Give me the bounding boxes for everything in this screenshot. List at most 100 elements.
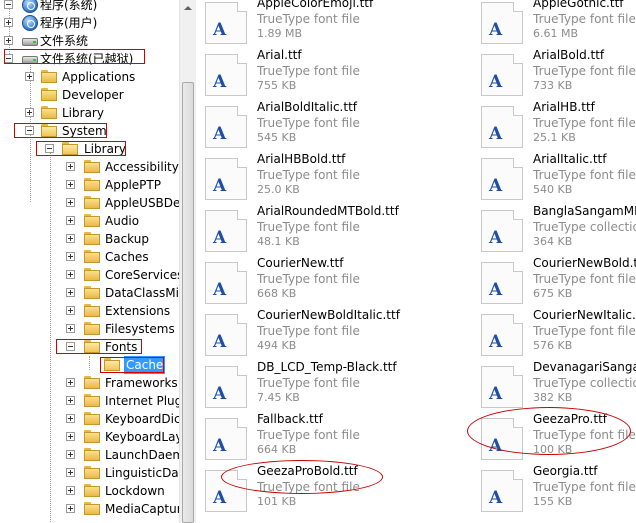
scrollbar-thumb[interactable] — [182, 82, 194, 523]
tree-item[interactable]: Audio — [0, 212, 180, 230]
file-type: TrueType font file — [257, 220, 360, 234]
expand-plus-icon[interactable] — [66, 504, 75, 513]
file-name: Fallback.ttf — [257, 412, 323, 426]
annotation-highlight-box — [56, 339, 142, 354]
tree-item-label: Internet Plug- — [105, 394, 187, 408]
expand-plus-icon[interactable] — [66, 414, 75, 423]
file-icon-glyph: A — [213, 436, 227, 456]
expand-plus-icon[interactable] — [66, 396, 75, 405]
file-item[interactable]: A ArialHB.ttf TrueType font file 25.1 KB — [473, 100, 636, 153]
expand-plus-icon[interactable] — [66, 324, 75, 333]
expand-plus-icon[interactable] — [66, 288, 75, 297]
font-file-icon: A — [205, 106, 247, 148]
tree-item-label: LinguisticData — [105, 466, 191, 480]
file-icon-glyph: A — [213, 384, 227, 404]
file-item[interactable]: A Arial.ttf TrueType font file 755 KB — [197, 48, 467, 101]
tree-item[interactable]: Filesystems — [0, 320, 180, 338]
tree-item[interactable]: 程序(系统) — [0, 0, 180, 14]
expand-plus-icon[interactable] — [66, 234, 75, 243]
tree-item-label: KeyboardDicti — [105, 412, 189, 426]
tree-item[interactable]: Backup — [0, 230, 180, 248]
tree-item[interactable]: Lockdown — [0, 482, 180, 500]
expand-plus-icon[interactable] — [25, 108, 34, 117]
tree-item[interactable]: CoreServices — [0, 266, 183, 284]
folder-icon — [84, 178, 100, 191]
tree-item[interactable]: LinguisticData — [0, 464, 191, 482]
file-item[interactable]: A BanglaSangamMN.t TrueType collection364 … — [473, 204, 636, 257]
expand-plus-icon[interactable] — [66, 378, 75, 387]
file-item[interactable]: A ArialBoldItalic.ttf TrueType font file 54… — [197, 100, 467, 153]
file-icon-glyph: A — [489, 280, 503, 300]
tree-item[interactable]: AppleUSBDevi — [0, 194, 191, 212]
file-type: TrueType font file — [257, 64, 360, 78]
folder-icon — [84, 214, 100, 227]
tree-item[interactable]: LaunchDaemo — [0, 446, 191, 464]
file-item[interactable]: A ArialHBBold.ttf TrueType font file 25.0 K… — [197, 152, 467, 205]
file-size: 101 KB — [257, 495, 297, 508]
file-item[interactable]: A DevanagariSangam TrueType collection382 … — [473, 360, 636, 413]
file-size: 25.1 KB — [533, 131, 576, 144]
expand-plus-icon[interactable] — [66, 306, 75, 315]
folder-icon — [84, 322, 100, 335]
expand-plus-icon[interactable] — [4, 36, 13, 45]
file-size: 545 KB — [257, 131, 297, 144]
scroll-up-arrow-icon[interactable] — [180, 0, 196, 16]
tree-item[interactable]: Extensions — [0, 302, 180, 320]
file-item[interactable]: A CourierNewBoldItalic.ttf TrueType font f… — [197, 308, 467, 361]
collapse-minus-icon[interactable] — [4, 0, 13, 9]
tree-item[interactable]: DataClassMigr — [0, 284, 191, 302]
font-file-icon: A — [481, 470, 523, 512]
expand-plus-icon[interactable] — [66, 486, 75, 495]
file-icon-glyph: A — [489, 332, 503, 352]
expand-plus-icon[interactable] — [66, 450, 75, 459]
file-name: BanglaSangamMN.t — [533, 204, 636, 218]
tree-item[interactable]: Internet Plug- — [0, 392, 187, 410]
tree-item[interactable]: Caches — [0, 248, 180, 266]
expand-plus-icon[interactable] — [66, 216, 75, 225]
expand-plus-icon[interactable] — [4, 18, 13, 27]
tree-item[interactable]: 程序(用户) — [0, 14, 180, 32]
file-item[interactable]: A DB_LCD_Temp-Black.ttf TrueType font file… — [197, 360, 467, 413]
file-item[interactable]: A Georgia.ttf TrueType font file 155 KB — [473, 464, 636, 517]
expand-plus-icon[interactable] — [66, 252, 75, 261]
file-name: DevanagariSangam — [533, 360, 636, 374]
expand-plus-icon[interactable] — [66, 270, 75, 279]
expand-plus-icon[interactable] — [66, 468, 75, 477]
tree-item[interactable]: AccessibilityBu — [0, 158, 195, 176]
tree-item[interactable]: Developer — [0, 86, 180, 104]
tree-item[interactable]: ApplePTP — [0, 176, 180, 194]
folder-icon — [84, 430, 100, 443]
file-item[interactable]: A ArialBold.ttf TrueType font file 733 KB — [473, 48, 636, 101]
file-item[interactable]: A Fallback.ttf TrueType font file 664 KB — [197, 412, 467, 465]
font-file-icon: A — [481, 106, 523, 148]
file-size: 48.1 KB — [257, 235, 300, 248]
file-item[interactable]: A ArialRoundedMTBold.ttf TrueType font fil… — [197, 204, 467, 257]
drive-icon — [22, 35, 38, 47]
file-icon-glyph: A — [489, 176, 503, 196]
tree-item-label: Frameworks — [105, 376, 178, 390]
file-item[interactable]: A ArialItalic.ttf TrueType font file 540 KB — [473, 152, 636, 205]
file-item[interactable]: A CourierNewItalic.ttf TrueType font file5… — [473, 308, 636, 361]
folder-icon — [84, 304, 100, 317]
expand-plus-icon[interactable] — [66, 432, 75, 441]
expand-plus-icon[interactable] — [66, 162, 75, 171]
expand-plus-icon[interactable] — [66, 198, 75, 207]
expand-plus-icon[interactable] — [66, 180, 75, 189]
file-item[interactable]: A AppleColorEmoji.ttf TrueType font file 1.… — [197, 0, 467, 49]
file-item[interactable]: A CourierNewBold.ttf TrueType font file 675… — [473, 256, 636, 309]
file-type: TrueType font file — [257, 168, 360, 182]
tree-scrollbar[interactable] — [179, 0, 196, 523]
file-size: 6.61 MB — [533, 27, 579, 40]
expand-plus-icon[interactable] — [25, 72, 34, 81]
tree-item[interactable]: KeyboardLayo — [0, 428, 190, 446]
tree-item[interactable]: MediaCapture — [0, 500, 189, 518]
tree-item[interactable]: 文件系统 — [0, 32, 180, 50]
folder-icon — [84, 232, 100, 245]
file-item[interactable]: A AppleGothic.ttf TrueType font file 6.61 M… — [473, 0, 636, 49]
tree-item[interactable]: KeyboardDicti — [0, 410, 189, 428]
file-type: TrueType font file — [533, 64, 636, 78]
file-item[interactable]: A CourierNew.ttf TrueType font file 668 KB — [197, 256, 467, 309]
tree-item[interactable]: Frameworks — [0, 374, 180, 392]
tree-item[interactable]: Applications — [0, 68, 180, 86]
tree-item[interactable]: Library — [0, 104, 180, 122]
